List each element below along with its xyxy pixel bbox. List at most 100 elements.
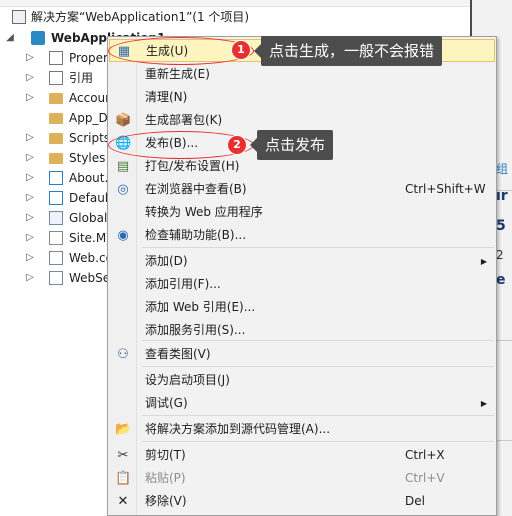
- tree-row-item[interactable]: ▷ 引用: [0, 68, 107, 88]
- menu-item[interactable]: 清理(N): [109, 86, 495, 109]
- folder-icon: [49, 133, 63, 144]
- menu-item[interactable]: 📋 粘贴(P) Ctrl+V: [109, 467, 495, 490]
- menu-item-shortcut: Del: [405, 494, 425, 508]
- solution-icon: [12, 10, 26, 24]
- menu-item[interactable]: 📂 将解决方案添加到源代码管理(A)...: [109, 418, 495, 441]
- step-badge-1: 1: [231, 40, 251, 60]
- tree-item-label: 引用: [69, 71, 94, 85]
- expand-arrow-icon[interactable]: ▷: [25, 168, 35, 188]
- menu-item-label: 重新生成(E): [145, 67, 210, 81]
- menu-item[interactable]: ✕ 移除(V) Del: [109, 490, 495, 513]
- tree-row-item[interactable]: ▷ Account: [0, 88, 107, 108]
- right-pane-fragment: 5: [496, 218, 506, 234]
- tree-row-item[interactable]: ▷ Default.aspx: [0, 188, 107, 208]
- paste-icon: 📋: [115, 471, 132, 486]
- menu-item[interactable]: 添加引用(F)...: [109, 273, 495, 296]
- menu-item-label: 添加引用(F)...: [145, 277, 221, 291]
- solution-label: 解决方案“WebApplication1”(1 个项目): [31, 10, 250, 24]
- expand-arrow-icon[interactable]: ▷: [25, 248, 35, 268]
- tree-item-label: WebSettings: [69, 271, 107, 285]
- callout-publish: 点击发布: [249, 130, 334, 160]
- menu-separator: [142, 415, 494, 416]
- folder-icon: [49, 93, 63, 104]
- menu-item[interactable]: ◉ 检查辅助功能(B)...: [109, 224, 495, 247]
- tree-item-label: About.aspx: [69, 171, 107, 185]
- expand-arrow-icon[interactable]: ▷: [25, 188, 35, 208]
- web-project-icon: [31, 31, 45, 45]
- class-diagram-icon: ⚇: [117, 347, 129, 362]
- menu-item-label: 查看类图(V): [145, 347, 211, 361]
- menu-item-label: 设为启动项目(J): [145, 373, 230, 387]
- menu-item-label: 清理(N): [145, 90, 188, 104]
- tree-item-label: Default.aspx: [69, 191, 107, 205]
- tree-row-item[interactable]: ▷ Scripts: [0, 128, 107, 148]
- tree-row-solution[interactable]: 解决方案“WebApplication1”(1 个项目): [0, 7, 470, 27]
- menu-item[interactable]: 设为启动项目(J): [109, 369, 495, 392]
- package-settings-icon: ▤: [116, 159, 130, 174]
- expand-arrow-icon[interactable]: ▷: [25, 228, 35, 248]
- tree-item-label: Global.asax: [69, 211, 107, 225]
- expand-arrow-icon[interactable]: ▷: [25, 48, 35, 68]
- aspx-file-icon: [49, 171, 63, 185]
- tree-item-label: Site.Master: [69, 231, 107, 245]
- tree-row-item[interactable]: ▷ About.aspx: [0, 168, 107, 188]
- menu-item-label: 生成部署包(K): [145, 113, 223, 127]
- expand-arrow-icon[interactable]: ▷: [25, 68, 35, 88]
- right-pane-fragment: 组: [496, 162, 509, 176]
- source-control-icon: 📂: [115, 422, 132, 437]
- tree-row-item[interactable]: ▷ WebSettings: [0, 268, 107, 288]
- tree-item-label: Account: [69, 91, 107, 105]
- menu-item[interactable]: ✂ 剪切(T) Ctrl+X: [109, 444, 495, 467]
- properties-icon: [49, 51, 63, 65]
- folder-icon: [49, 113, 63, 124]
- menu-item[interactable]: 调试(G) ▶: [109, 392, 495, 415]
- right-pane-fragment: ır: [496, 188, 508, 204]
- config-file-icon: [49, 251, 63, 265]
- menu-item[interactable]: ⚇ 查看类图(V): [109, 343, 495, 366]
- menu-item[interactable]: 重新生成(E): [109, 63, 495, 86]
- tree-row-item[interactable]: ▷ Properties: [0, 48, 107, 68]
- expand-arrow-icon[interactable]: ▷: [25, 88, 35, 108]
- callout-build: 点击生成，一般不会报错: [253, 36, 443, 66]
- remove-icon: ✕: [117, 494, 129, 509]
- tree-item-label: Properties: [69, 51, 107, 65]
- expand-arrow-icon[interactable]: ▷: [25, 128, 35, 148]
- browser-icon: ◎: [117, 182, 129, 197]
- menu-item[interactable]: 添加服务引用(S)...: [109, 319, 495, 342]
- tree-row-item[interactable]: ▷ Web.config: [0, 248, 107, 268]
- tree-row-item[interactable]: ▷ Site.Master: [0, 228, 107, 248]
- menu-item-label: 添加服务引用(S)...: [145, 323, 246, 337]
- menu-item-label: 添加 Web 引用(E)...: [145, 300, 256, 314]
- tree-row-item[interactable]: ▷ Global.asax: [0, 208, 107, 228]
- menu-item-label: 移除(V): [145, 494, 187, 508]
- menu-item[interactable]: 📦 生成部署包(K): [109, 109, 495, 132]
- menu-item-label: 添加(D): [145, 254, 188, 268]
- menu-item-shortcut: Ctrl+X: [405, 448, 445, 462]
- menu-item-label: 调试(G): [145, 396, 188, 410]
- tree-item-label: App_Data: [69, 111, 107, 125]
- collapse-arrow-icon[interactable]: ◢: [5, 28, 15, 48]
- folder-icon: [49, 153, 63, 164]
- right-pane-fragment: e: [496, 272, 506, 288]
- menu-item-shortcut: Ctrl+Shift+W: [405, 182, 486, 196]
- menu-item[interactable]: 添加 Web 引用(E)...: [109, 296, 495, 319]
- menu-item-label: 转换为 Web 应用程序: [145, 205, 263, 219]
- project-context-menu: ▦ 生成(U) 重新生成(E) 清理(N) 📦 生成部署包(K) 🌐 发布(B)... ▤ 打包/…: [107, 36, 497, 516]
- menu-item-label: 在浏览器中查看(B): [145, 182, 247, 196]
- tree-item-label: Styles: [69, 151, 106, 165]
- menu-item[interactable]: 添加(D) ▶: [109, 250, 495, 273]
- menu-separator: [142, 247, 494, 248]
- tree-item-label: Web.config: [69, 251, 107, 265]
- cut-icon: ✂: [117, 448, 129, 463]
- tree-row-item[interactable]: App_Data: [0, 108, 107, 128]
- submenu-arrow-icon: ▶: [480, 257, 487, 266]
- expand-arrow-icon[interactable]: ▷: [25, 148, 35, 168]
- menu-item[interactable]: ◎ 在浏览器中查看(B) Ctrl+Shift+W: [109, 178, 495, 201]
- expand-arrow-icon[interactable]: ▷: [25, 268, 35, 288]
- tree-row-item[interactable]: ▷ Styles: [0, 148, 107, 168]
- expand-arrow-icon[interactable]: ▷: [25, 208, 35, 228]
- package-icon: 📦: [115, 113, 132, 128]
- menu-item-label: 检查辅助功能(B)...: [145, 228, 247, 242]
- master-page-icon: [49, 231, 63, 245]
- menu-item[interactable]: 转换为 Web 应用程序: [109, 201, 495, 224]
